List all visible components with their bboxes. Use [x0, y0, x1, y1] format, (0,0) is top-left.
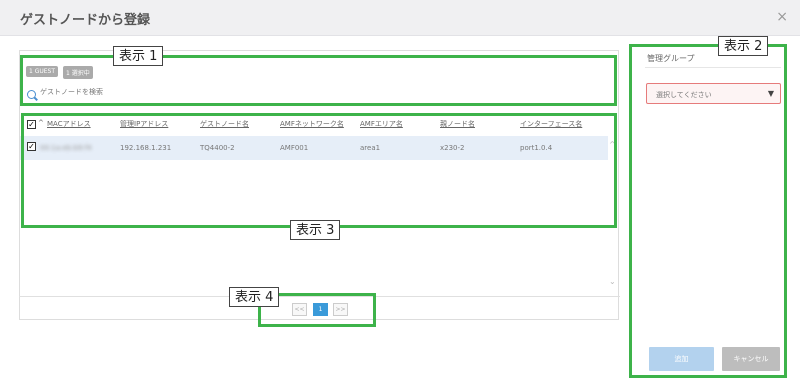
- dialog-title: ゲストノードから登録: [20, 13, 151, 28]
- dialog-header: ゲストノードから登録 ×: [0, 0, 800, 36]
- close-icon[interactable]: ×: [776, 9, 788, 25]
- callout-box-1: [20, 55, 617, 106]
- scroll-down-icon[interactable]: ⌄: [609, 277, 616, 286]
- callout-box-3: [21, 113, 617, 228]
- callout-box-2: [629, 44, 787, 378]
- callout-label-3: 表示 3: [290, 220, 341, 240]
- callout-label-1: 表示 1: [113, 46, 164, 66]
- callout-label-2: 表示 2: [718, 36, 769, 56]
- callout-label-4: 表示 4: [229, 287, 280, 307]
